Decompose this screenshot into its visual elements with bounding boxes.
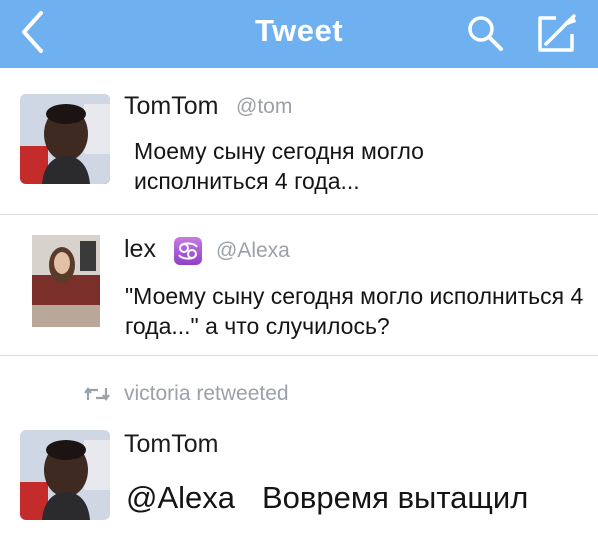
compose-icon bbox=[538, 14, 576, 52]
retweet-icon bbox=[84, 387, 110, 401]
nav-bar: Tweet bbox=[0, 0, 598, 68]
avatar[interactable] bbox=[20, 94, 110, 184]
mention-link[interactable]: @Alexa bbox=[126, 480, 235, 516]
author-name[interactable]: TomTom bbox=[124, 92, 218, 121]
avatar[interactable] bbox=[32, 235, 100, 327]
avatar[interactable] bbox=[20, 430, 110, 520]
tweet-item[interactable]: TomTom @Alexa Вовремя вытащил bbox=[0, 416, 598, 554]
tweet-item[interactable]: TomTom @tom Моему сыну сегодня могло исп… bbox=[0, 68, 598, 214]
tweet-text: "Моему сыну сегодня могло исполниться 4 … bbox=[125, 283, 584, 339]
search-button[interactable] bbox=[466, 14, 504, 52]
author-name[interactable]: TomTom bbox=[124, 430, 218, 459]
author-handle[interactable]: @tom bbox=[236, 95, 292, 119]
author-name[interactable]: lex bbox=[124, 235, 156, 264]
compose-button[interactable] bbox=[534, 12, 580, 54]
tweet-item[interactable]: lex @Alexa "Моему сыну сегодня могло исп… bbox=[0, 215, 598, 355]
page-title: Tweet bbox=[254, 13, 344, 48]
tweet-text: Моему сыну сегодня могло исполниться 4 г… bbox=[134, 138, 424, 194]
tweet-text: Вовремя вытащил bbox=[262, 480, 529, 515]
retweet-label[interactable]: victoria retweeted bbox=[124, 382, 289, 406]
search-icon bbox=[468, 16, 503, 51]
author-handle[interactable]: @Alexa bbox=[216, 239, 290, 263]
cancer-zodiac-icon bbox=[174, 237, 202, 265]
retweet-context: victoria retweeted bbox=[0, 356, 598, 416]
